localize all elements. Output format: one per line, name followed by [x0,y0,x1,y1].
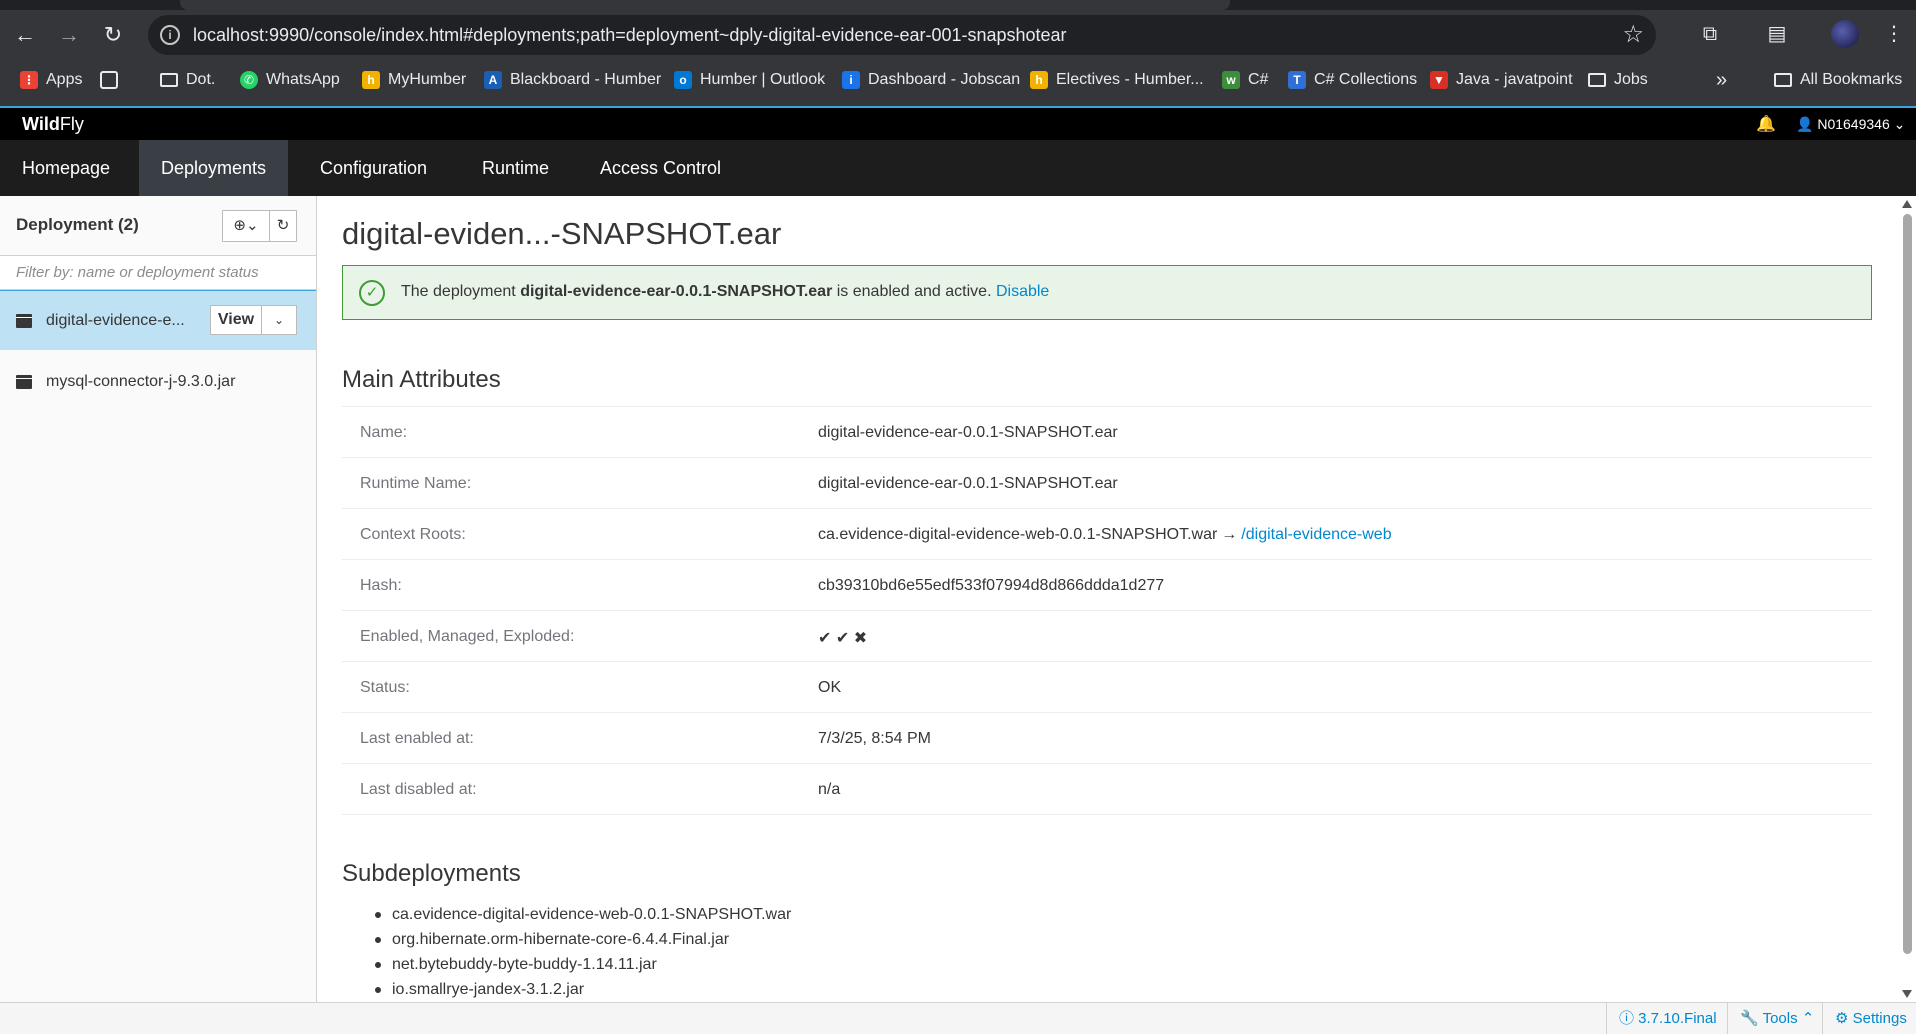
back-icon[interactable]: ← [10,20,40,50]
folder-icon [160,73,178,87]
sidebar-header: Deployment (2) ⊕⌄ ↻ [0,196,316,256]
bookmark-apps[interactable]: ⋮ Apps [20,68,82,92]
folder-icon [1774,73,1792,87]
bookmark-outlook[interactable]: o Humber | Outlook [674,68,825,92]
list-item: net.bytebuddy-byte-buddy-1.14.11.jar [342,952,791,977]
menu-icon[interactable]: ⋮ [1880,20,1908,48]
reload-icon[interactable]: ↻ [98,20,128,50]
reading-list-icon[interactable]: ▤ [1763,20,1791,48]
add-deployment-button[interactable]: ⊕⌄ [222,210,270,242]
refresh-icon[interactable]: ↻ [269,210,297,242]
attr-row-last-disabled: Last disabled at: n/a [342,764,1872,815]
main-attributes-title: Main Attributes [342,366,501,393]
settings-link[interactable]: ⚙ Settings [1822,1003,1916,1034]
address-url[interactable]: localhost:9990/console/index.html#deploy… [193,25,1067,46]
sidebar-title: Deployment (2) [16,215,139,234]
list-item: io.smallrye-jandex-3.1.2.jar [342,977,791,1002]
deployment-sidebar: Deployment (2) ⊕⌄ ↻ Filter by: name or d… [0,196,317,1002]
tutorialsteacher-icon: T [1288,71,1306,89]
all-bookmarks[interactable]: All Bookmarks [1774,68,1902,92]
nav-runtime[interactable]: Runtime [460,140,571,196]
bookmark-csharp[interactable]: w C# [1222,68,1268,92]
bookmark-electives[interactable]: h Electives - Humber... [1030,68,1204,92]
attr-row-name: Name: digital-evidence-ear-0.0.1-SNAPSHO… [342,407,1872,458]
attr-row-runtime-name: Runtime Name: digital-evidence-ear-0.0.1… [342,458,1872,509]
forward-icon[interactable]: → [54,20,84,50]
flag-icons: ✔ ✔ ✖ [818,630,868,647]
filter-input[interactable]: Filter by: name or deployment status [0,256,316,290]
jobscan-icon: i [842,71,860,89]
attr-row-hash: Hash: cb39310bd6e55edf533f07994d8d866ddd… [342,560,1872,611]
browser-toolbar: ← → ↻ i localhost:9990/console/index.htm… [0,0,1916,106]
bookmark-javatpoint[interactable]: ▼ Java - javatpoint [1430,68,1573,92]
chevron-down-icon[interactable]: ⌄ [261,305,297,335]
nav-configuration[interactable]: Configuration [298,140,449,196]
site-info-icon[interactable]: i [160,25,180,45]
nav-homepage[interactable]: Homepage [0,140,132,196]
scrollbar-thumb[interactable] [1903,214,1912,954]
nav-deployments[interactable]: Deployments [139,140,289,196]
disable-link[interactable]: Disable [996,283,1049,300]
outlook-icon: o [674,71,692,89]
list-item-label: mysql-connector-j-9.3.0.jar [46,373,236,390]
wildfly-logo[interactable]: WildFly [22,114,84,135]
list-item: ca.evidence-digital-evidence-web-0.0.1-S… [342,902,791,927]
archive-icon [16,313,32,328]
archive-icon [16,375,32,389]
scroll-down-icon[interactable] [1902,990,1912,998]
footer: ⓘ 3.7.10.Final 🔧 Tools ⌃ ⚙ Settings [0,1002,1916,1034]
bookmark-csharp-collections[interactable]: T C# Collections [1288,68,1417,92]
list-item: org.hibernate.orm-hibernate-core-6.4.4.F… [342,927,791,952]
version-link[interactable]: ⓘ 3.7.10.Final [1606,1003,1729,1034]
attr-row-context-roots: Context Roots: ca.evidence-digital-evide… [342,509,1872,560]
notification-bell-icon[interactable]: 🔔 [1756,114,1776,134]
nav-access-control[interactable]: Access Control [578,140,743,196]
bookmark-myhumber[interactable]: h MyHumber [362,68,466,92]
javatpoint-icon: ▼ [1430,71,1448,89]
page-title: digital-eviden...-SNAPSHOT.ear [342,216,782,251]
top-navigation: Homepage Deployments Configuration Runti… [0,140,1916,196]
folder-icon [1588,73,1606,87]
user-menu[interactable]: 👤 N01649346 ⌄ [1796,116,1905,133]
scroll-up-icon[interactable] [1902,200,1912,208]
bookmark-blackboard[interactable]: A Blackboard - Humber [484,68,661,92]
humber-icon: h [1030,71,1048,89]
address-bar[interactable]: i localhost:9990/console/index.html#depl… [148,15,1656,55]
alert-message: The deployment digital-evidence-ear-0.0.… [401,283,1050,300]
active-tab[interactable] [180,0,1230,10]
tab-strip [0,0,1916,10]
bookmarks-bar: ⋮ Apps Dot. ✆ WhatsApp h MyHumber A Blackboa… [0,62,1916,96]
subdeployments-list: ca.evidence-digital-evidence-web-0.0.1-S… [342,902,791,1002]
tab-groups-icon[interactable] [100,68,118,92]
list-item-label: digital-evidence-e... [46,311,185,329]
bookmark-jobscan[interactable]: i Dashboard - Jobscan [842,68,1020,92]
humber-icon: h [362,71,380,89]
tools-menu[interactable]: 🔧 Tools ⌃ [1727,1003,1826,1034]
wildfly-header: WildFly 🔔 👤 N01649346 ⌄ [0,106,1916,140]
w3-icon: w [1222,71,1240,89]
attr-row-last-enabled: Last enabled at: 7/3/25, 8:54 PM [342,713,1872,764]
check-circle-icon: ✓ [359,280,385,306]
attr-row-status: Status: OK [342,662,1872,713]
bookmark-whatsapp[interactable]: ✆ WhatsApp [240,68,340,92]
attr-row-flags: Enabled, Managed, Exploded: ✔ ✔ ✖ [342,611,1872,662]
bookmark-jobs[interactable]: Jobs [1588,68,1648,92]
status-alert: ✓ The deployment digital-evidence-ear-0.… [342,265,1872,320]
context-root-link[interactable]: /digital-evidence-web [1241,526,1391,543]
blackboard-icon: A [484,71,502,89]
bookmark-star-icon[interactable]: ☆ [1622,20,1644,49]
profile-avatar[interactable] [1831,20,1859,48]
deployment-details: digital-eviden...-SNAPSHOT.ear ✓ The dep… [318,196,1898,1002]
list-item-mysql-connector[interactable]: mysql-connector-j-9.3.0.jar [0,352,316,412]
list-item-digital-evidence[interactable]: digital-evidence-e... View ⌄ [0,290,316,350]
bookmark-dot[interactable]: Dot. [160,68,215,92]
view-button[interactable]: View [210,305,262,335]
extensions-icon[interactable]: ⧉ [1696,20,1724,48]
whatsapp-icon: ✆ [240,71,258,89]
subdeployments-title: Subdeployments [342,860,521,887]
apps-grid-icon: ⋮ [20,71,38,89]
scrollbar[interactable] [1898,196,1916,1002]
more-bookmarks-icon[interactable]: » [1716,68,1727,92]
